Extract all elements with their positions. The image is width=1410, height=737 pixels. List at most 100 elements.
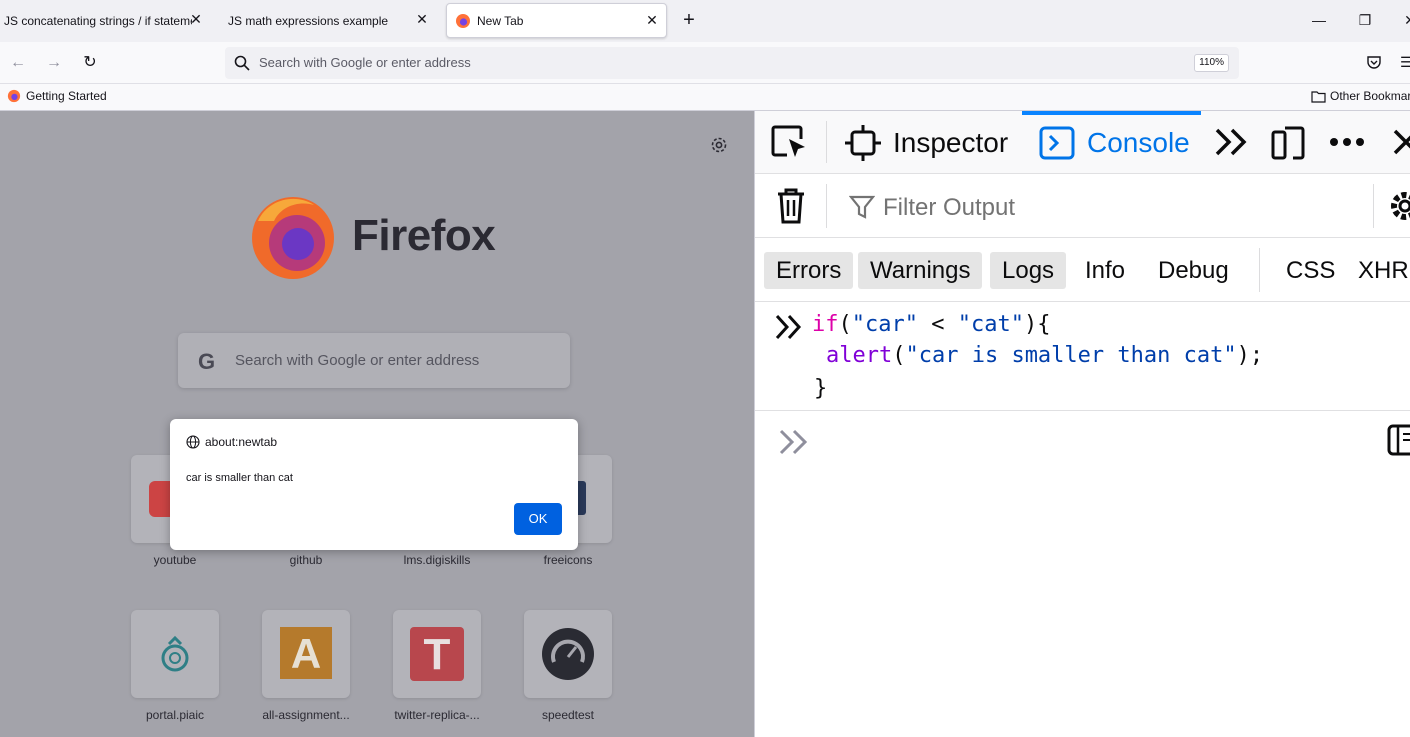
close-tab-icon[interactable]: ✕ <box>414 11 430 27</box>
filter-info-button[interactable]: Info <box>1073 252 1137 289</box>
top-site-portal-piaic[interactable] <box>131 610 219 698</box>
forward-icon[interactable]: → <box>43 52 65 74</box>
console-input-echo: if("car" < "cat"){ alert("car is smaller… <box>755 302 1410 411</box>
bookmark-label: Getting Started <box>26 89 107 103</box>
input-chevron-icon <box>775 314 802 340</box>
filter-warnings-button[interactable]: Warnings <box>858 252 983 289</box>
console-filter-bar: Filter Output <box>755 174 1410 238</box>
filter-logs-button[interactable]: Logs <box>990 252 1067 289</box>
tab-new-tab[interactable]: New Tab ✕ <box>446 3 667 38</box>
alert-dialog: about:newtab car is smaller than cat OK <box>170 419 578 550</box>
pocket-icon[interactable] <box>1366 54 1382 70</box>
more-options-icon[interactable] <box>1329 137 1365 147</box>
filter-output-input[interactable]: Filter Output <box>883 194 1015 222</box>
speedtest-icon <box>542 628 594 680</box>
tab-console[interactable]: Console <box>1039 121 1190 165</box>
code-keyword: if <box>812 312 839 337</box>
code-operator: < <box>917 312 958 337</box>
back-icon[interactable]: ← <box>7 52 29 74</box>
console-icon <box>1039 126 1075 160</box>
dialog-origin-text: about:newtab <box>205 435 278 449</box>
code-punct: ( <box>838 312 852 337</box>
top-site-speedtest[interactable] <box>524 610 612 698</box>
close-tab-icon[interactable]: ✕ <box>188 11 204 27</box>
code-line-2: alert("car is smaller than cat"); <box>826 343 1263 368</box>
firefox-favicon-icon <box>456 13 470 28</box>
top-site-twitter-replica[interactable]: T <box>393 610 481 698</box>
code-string: "cat" <box>957 312 1024 337</box>
close-tab-icon[interactable]: ✕ <box>644 12 660 28</box>
new-tab-button[interactable]: + <box>678 9 700 31</box>
toolbar-divider <box>1373 184 1374 228</box>
restore-icon[interactable]: ❐ <box>1353 8 1377 32</box>
devtools-panel: Inspector Console Filter Output Errors W… <box>754 111 1410 737</box>
trash-icon[interactable] <box>776 188 806 224</box>
inspector-icon <box>845 125 881 161</box>
close-devtools-icon[interactable] <box>1391 127 1410 157</box>
tab-label: New Tab <box>477 13 524 28</box>
tab-js-math[interactable]: JS math expressions example ✕ <box>228 3 436 38</box>
top-site-all-assignment[interactable]: A <box>262 610 350 698</box>
code-punct: ( <box>892 343 906 368</box>
hamburger-menu-icon[interactable]: ☰ <box>1400 54 1410 70</box>
firefox-favicon-icon <box>7 89 21 103</box>
code-line-1: if("car" < "cat"){ <box>812 312 1050 337</box>
code-function: alert <box>826 343 893 368</box>
code-string: "car" <box>851 312 918 337</box>
console-input[interactable] <box>815 416 1375 466</box>
top-site-label: all-assignment... <box>262 708 350 722</box>
newtab-search-placeholder: Search with Google or enter address <box>235 352 480 369</box>
close-window-icon[interactable]: ✕ <box>1398 8 1410 32</box>
bookmark-other-folder[interactable]: Other Bookmarks <box>1311 89 1410 103</box>
piaic-icon <box>161 635 189 672</box>
firefox-logo-icon <box>252 197 334 279</box>
globe-icon <box>186 435 200 449</box>
top-site-label: freeicons <box>543 553 593 567</box>
tab-label: JS concatenating strings / if statements <box>4 13 192 28</box>
devtools-toolbar: Inspector Console <box>755 111 1410 174</box>
url-placeholder: Search with Google or enter address <box>259 55 471 70</box>
google-icon: G <box>198 349 216 374</box>
reload-icon[interactable]: ↻ <box>79 52 101 74</box>
console-settings-gear-icon[interactable] <box>1387 188 1410 224</box>
console-prompt-icon <box>779 429 808 455</box>
minimize-icon[interactable]: — <box>1307 8 1331 32</box>
editor-mode-toggle-icon[interactable] <box>1387 424 1410 456</box>
twitter-replica-icon: T <box>410 627 464 681</box>
code-punct: ); <box>1236 343 1264 368</box>
tab-label: Console <box>1087 127 1190 158</box>
top-site-label: lms.digiskills <box>403 553 471 567</box>
navigation-toolbar: ← → ↻ Search with Google or enter addres… <box>0 42 1410 84</box>
filter-xhr-button[interactable]: XHR <box>1346 252 1410 289</box>
toolbar-divider <box>826 121 827 163</box>
dialog-origin: about:newtab <box>186 435 277 449</box>
bookmarks-toolbar: Getting Started Other Bookmarks <box>0 84 1410 111</box>
gear-icon[interactable] <box>709 135 729 155</box>
top-site-label: speedtest <box>541 708 595 722</box>
more-tools-chevron-icon[interactable] <box>1214 127 1248 157</box>
tab-inspector[interactable]: Inspector <box>845 121 1008 165</box>
tab-js-concatenating[interactable]: JS concatenating strings / if statements… <box>4 3 210 38</box>
toolbar-divider <box>826 184 827 228</box>
element-picker-icon[interactable] <box>771 125 809 161</box>
firefox-wordmark: Firefox <box>352 211 496 260</box>
newtab-search-box[interactable]: G Search with Google or enter address <box>178 333 570 388</box>
tab-label: JS math expressions example <box>228 13 389 28</box>
top-site-label: github <box>289 553 323 567</box>
filter-debug-button[interactable]: Debug <box>1146 252 1241 289</box>
search-icon <box>234 55 250 71</box>
assignment-icon: A <box>280 627 332 679</box>
ok-button[interactable]: OK <box>514 503 562 535</box>
filter-errors-button[interactable]: Errors <box>764 252 854 289</box>
tab-label: Inspector <box>893 127 1009 158</box>
new-tab-page: Firefox G Search with Google or enter ad… <box>0 111 754 737</box>
code-string: "car is smaller than cat" <box>905 343 1237 368</box>
bookmark-getting-started[interactable]: Getting Started <box>7 89 107 103</box>
toolbar-divider <box>1259 248 1260 292</box>
responsive-design-icon[interactable] <box>1271 124 1305 162</box>
selected-tab-indicator <box>1022 111 1201 115</box>
top-site-label: youtube <box>153 553 197 567</box>
zoom-level-button[interactable]: 110% <box>1194 54 1229 72</box>
url-bar[interactable]: Search with Google or enter address 110% <box>225 47 1239 79</box>
filter-css-button[interactable]: CSS <box>1274 252 1347 289</box>
